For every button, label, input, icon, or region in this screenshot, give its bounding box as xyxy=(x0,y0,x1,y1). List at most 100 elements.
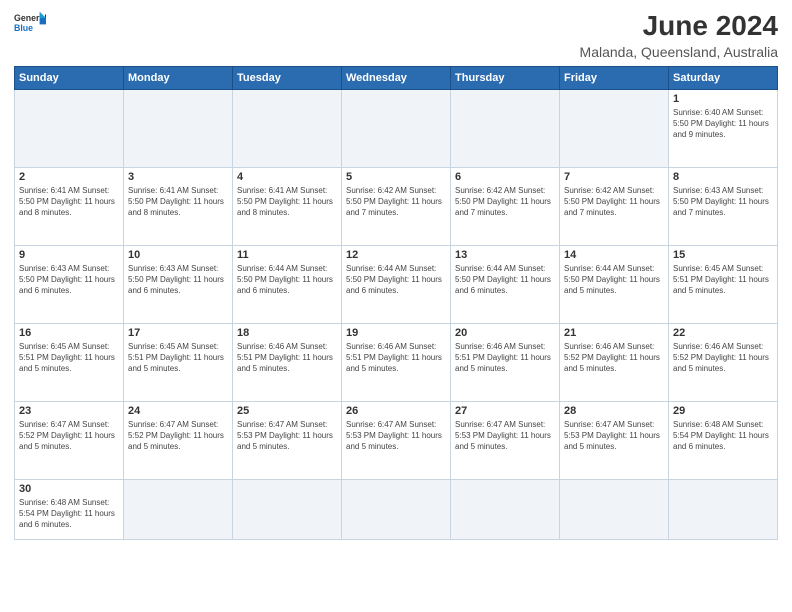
day-number: 21 xyxy=(564,327,664,339)
col-friday: Friday xyxy=(560,67,669,90)
table-row: 19 Sunrise: 6:46 AM Sunset: 5:51 PM Dayli… xyxy=(342,324,451,402)
table-row xyxy=(124,90,233,168)
calendar-table: Sunday Monday Tuesday Wednesday Thursday… xyxy=(14,66,778,540)
table-row xyxy=(342,90,451,168)
day-info: Sunrise: 6:46 AM Sunset: 5:51 PM Dayligh… xyxy=(237,341,337,375)
table-row: 27 Sunrise: 6:47 AM Sunset: 5:53 PM Dayli… xyxy=(451,402,560,480)
day-info: Sunrise: 6:41 AM Sunset: 5:50 PM Dayligh… xyxy=(19,185,119,219)
col-wednesday: Wednesday xyxy=(342,67,451,90)
table-row: 13Sunrise: 6:44 AM Sunset: 5:50 PM Dayli… xyxy=(451,246,560,324)
table-row: 24 Sunrise: 6:47 AM Sunset: 5:52 PM Dayli… xyxy=(124,402,233,480)
header: General Blue June 2024 Malanda, Queensla… xyxy=(14,10,778,60)
day-number: 17 xyxy=(128,327,228,339)
table-row: 29Sunrise: 6:48 AM Sunset: 5:54 PM Dayli… xyxy=(669,402,778,480)
calendar-header-row: Sunday Monday Tuesday Wednesday Thursday… xyxy=(15,67,778,90)
table-row xyxy=(451,90,560,168)
table-row: 20 Sunrise: 6:46 AM Sunset: 5:51 PM Dayli… xyxy=(451,324,560,402)
day-number: 19 xyxy=(346,327,446,339)
col-monday: Monday xyxy=(124,67,233,90)
table-row: 9 Sunrise: 6:43 AM Sunset: 5:50 PM Daylig… xyxy=(15,246,124,324)
day-number: 13 xyxy=(455,249,555,261)
day-number: 22 xyxy=(673,327,773,339)
day-info: Sunrise: 6:47 AM Sunset: 5:53 PM Dayligh… xyxy=(455,419,555,453)
table-row: 4 Sunrise: 6:41 AM Sunset: 5:50 PM Daylig… xyxy=(233,168,342,246)
table-row: 17 Sunrise: 6:45 AM Sunset: 5:51 PM Dayli… xyxy=(124,324,233,402)
table-row: 15Sunrise: 6:45 AM Sunset: 5:51 PM Dayli… xyxy=(669,246,778,324)
table-row xyxy=(560,90,669,168)
day-number: 20 xyxy=(455,327,555,339)
col-thursday: Thursday xyxy=(451,67,560,90)
table-row: 10 Sunrise: 6:43 AM Sunset: 5:50 PM Dayli… xyxy=(124,246,233,324)
day-number: 23 xyxy=(19,405,119,417)
table-row: 2 Sunrise: 6:41 AM Sunset: 5:50 PM Daylig… xyxy=(15,168,124,246)
day-number: 14 xyxy=(564,249,664,261)
day-number: 27 xyxy=(455,405,555,417)
day-info: Sunrise: 6:48 AM Sunset: 5:54 PM Dayligh… xyxy=(673,419,773,453)
table-row: 5 Sunrise: 6:42 AM Sunset: 5:50 PM Daylig… xyxy=(342,168,451,246)
day-number: 18 xyxy=(237,327,337,339)
table-row: 14 Sunrise: 6:44 AM Sunset: 5:50 PM Dayli… xyxy=(560,246,669,324)
day-info: Sunrise: 6:42 AM Sunset: 5:50 PM Dayligh… xyxy=(564,185,664,219)
generalblue-logo-icon: General Blue xyxy=(14,10,46,34)
table-row: 11Sunrise: 6:44 AM Sunset: 5:50 PM Dayli… xyxy=(233,246,342,324)
day-number: 12 xyxy=(346,249,446,261)
table-row xyxy=(451,480,560,540)
day-info: Sunrise: 6:47 AM Sunset: 5:53 PM Dayligh… xyxy=(237,419,337,453)
table-row: 30Sunrise: 6:48 AM Sunset: 5:54 PM Dayli… xyxy=(15,480,124,540)
day-info: Sunrise: 6:41 AM Sunset: 5:50 PM Dayligh… xyxy=(128,185,228,219)
day-info: Sunrise: 6:45 AM Sunset: 5:51 PM Dayligh… xyxy=(128,341,228,375)
month-title: June 2024 xyxy=(580,10,778,42)
day-number: 16 xyxy=(19,327,119,339)
day-number: 2 xyxy=(19,171,119,183)
day-info: Sunrise: 6:40 AM Sunset: 5:50 PM Dayligh… xyxy=(673,107,773,141)
day-number: 6 xyxy=(455,171,555,183)
table-row: 8Sunrise: 6:43 AM Sunset: 5:50 PM Daylig… xyxy=(669,168,778,246)
table-row xyxy=(233,90,342,168)
title-block: June 2024 Malanda, Queensland, Australia xyxy=(580,10,778,60)
day-info: Sunrise: 6:47 AM Sunset: 5:52 PM Dayligh… xyxy=(128,419,228,453)
table-row: 23 Sunrise: 6:47 AM Sunset: 5:52 PM Dayli… xyxy=(15,402,124,480)
logo: General Blue xyxy=(14,10,46,34)
day-number: 4 xyxy=(237,171,337,183)
day-info: Sunrise: 6:46 AM Sunset: 5:51 PM Dayligh… xyxy=(346,341,446,375)
table-row: 16 Sunrise: 6:45 AM Sunset: 5:51 PM Dayli… xyxy=(15,324,124,402)
day-number: 1 xyxy=(673,93,773,105)
table-row: 21 Sunrise: 6:46 AM Sunset: 5:52 PM Dayli… xyxy=(560,324,669,402)
table-row xyxy=(342,480,451,540)
table-row xyxy=(15,90,124,168)
day-number: 11 xyxy=(237,249,337,261)
day-info: Sunrise: 6:42 AM Sunset: 5:50 PM Dayligh… xyxy=(346,185,446,219)
table-row: 25 Sunrise: 6:47 AM Sunset: 5:53 PM Dayli… xyxy=(233,402,342,480)
day-info: Sunrise: 6:47 AM Sunset: 5:53 PM Dayligh… xyxy=(346,419,446,453)
day-number: 10 xyxy=(128,249,228,261)
table-row: 18 Sunrise: 6:46 AM Sunset: 5:51 PM Dayli… xyxy=(233,324,342,402)
day-info: Sunrise: 6:47 AM Sunset: 5:52 PM Dayligh… xyxy=(19,419,119,453)
day-info: Sunrise: 6:46 AM Sunset: 5:52 PM Dayligh… xyxy=(564,341,664,375)
page: General Blue June 2024 Malanda, Queensla… xyxy=(0,0,792,612)
day-number: 7 xyxy=(564,171,664,183)
day-info: Sunrise: 6:41 AM Sunset: 5:50 PM Dayligh… xyxy=(237,185,337,219)
svg-text:Blue: Blue xyxy=(14,23,33,33)
day-info: Sunrise: 6:46 AM Sunset: 5:52 PM Dayligh… xyxy=(673,341,773,375)
table-row: 22 Sunrise: 6:46 AM Sunset: 5:52 PM Dayli… xyxy=(669,324,778,402)
day-info: Sunrise: 6:45 AM Sunset: 5:51 PM Dayligh… xyxy=(673,263,773,297)
day-number: 30 xyxy=(19,483,119,495)
location-title: Malanda, Queensland, Australia xyxy=(580,44,778,60)
day-info: Sunrise: 6:44 AM Sunset: 5:50 PM Dayligh… xyxy=(346,263,446,297)
day-number: 24 xyxy=(128,405,228,417)
day-number: 5 xyxy=(346,171,446,183)
day-info: Sunrise: 6:46 AM Sunset: 5:51 PM Dayligh… xyxy=(455,341,555,375)
table-row: 1 Sunrise: 6:40 AM Sunset: 5:50 PM Daylig… xyxy=(669,90,778,168)
day-info: Sunrise: 6:43 AM Sunset: 5:50 PM Dayligh… xyxy=(19,263,119,297)
day-info: Sunrise: 6:43 AM Sunset: 5:50 PM Dayligh… xyxy=(128,263,228,297)
day-number: 3 xyxy=(128,171,228,183)
table-row: 7 Sunrise: 6:42 AM Sunset: 5:50 PM Daylig… xyxy=(560,168,669,246)
day-number: 28 xyxy=(564,405,664,417)
table-row: 26Sunrise: 6:47 AM Sunset: 5:53 PM Dayli… xyxy=(342,402,451,480)
table-row xyxy=(669,480,778,540)
day-info: Sunrise: 6:44 AM Sunset: 5:50 PM Dayligh… xyxy=(564,263,664,297)
day-info: Sunrise: 6:45 AM Sunset: 5:51 PM Dayligh… xyxy=(19,341,119,375)
day-number: 9 xyxy=(19,249,119,261)
day-number: 25 xyxy=(237,405,337,417)
table-row xyxy=(233,480,342,540)
